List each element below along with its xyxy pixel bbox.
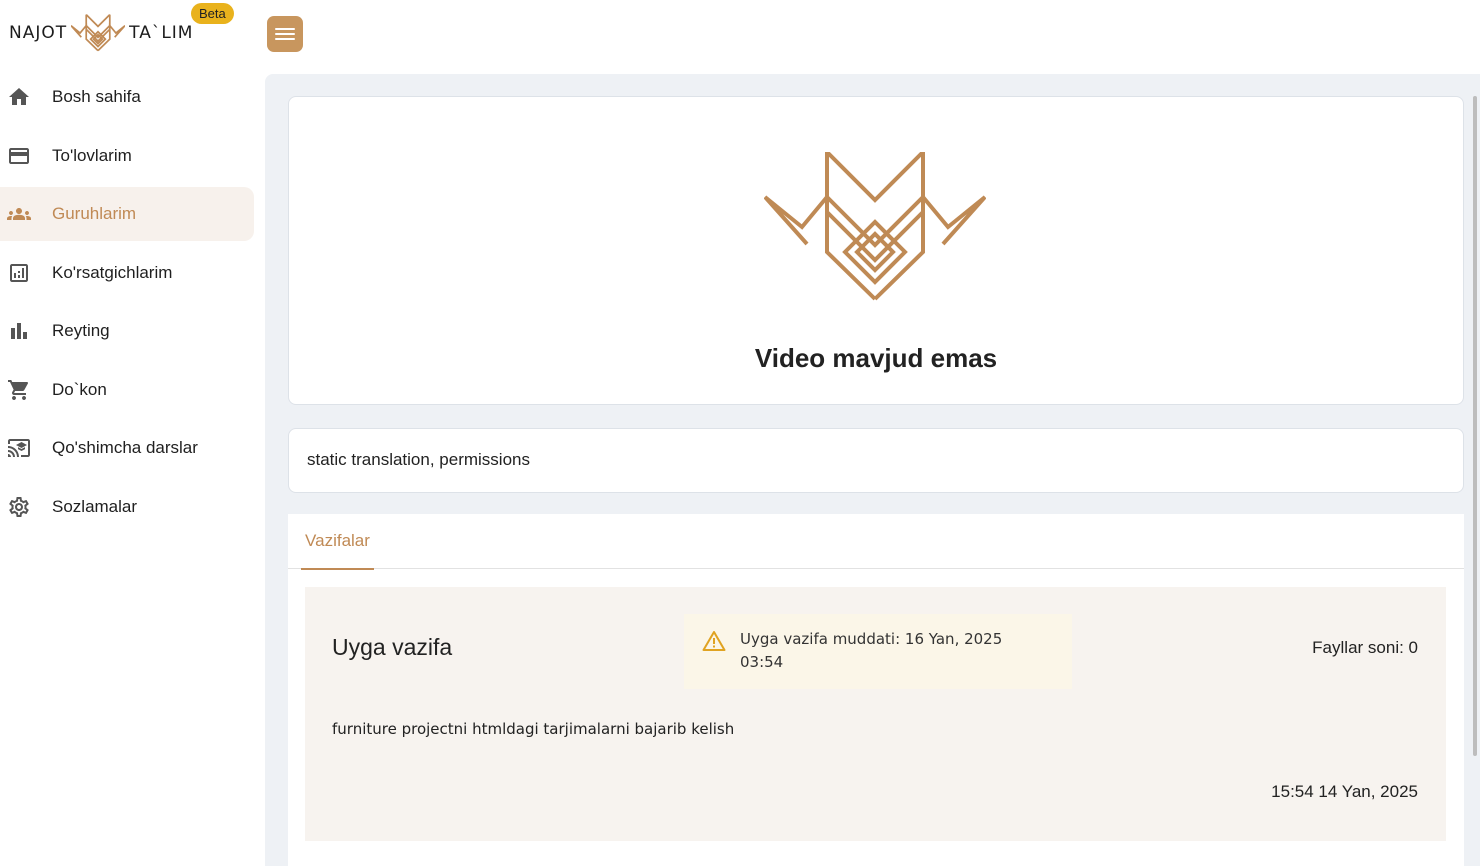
lesson-description: static translation, permissions xyxy=(307,450,530,469)
homework-title: Uyga vazifa xyxy=(332,634,453,660)
menu-toggle-button[interactable] xyxy=(267,16,303,52)
homework-card[interactable]: Uyga vazifa Uyga vazifa muddati: 16 Yan,… xyxy=(305,587,1446,841)
video-player-placeholder: Video mavjud emas xyxy=(288,96,1464,405)
homework-description: furniture projectni htmldagi tarjimalarn… xyxy=(332,720,735,738)
tab-vazifalar[interactable]: Vazifalar xyxy=(301,514,374,570)
sidebar-item-label: Bosh sahifa xyxy=(52,87,141,106)
video-unavailable-text: Video mavjud emas xyxy=(754,343,998,373)
home-icon xyxy=(9,88,29,105)
tab-bar: Vazifalar xyxy=(288,514,1464,570)
sidebar-item-dokon[interactable]: Do`kon xyxy=(0,363,254,417)
groups-icon xyxy=(7,208,31,220)
tasks-panel: Vazifalar Uyga vazifa Uyga vazifa muddat… xyxy=(288,514,1464,866)
logo-right-word: TA`LIM xyxy=(129,23,194,43)
cast-lessons-icon xyxy=(8,439,30,457)
brand-emblem-icon xyxy=(764,152,986,301)
sidebar-item-sozlamalar[interactable]: Sozlamalar xyxy=(0,480,254,534)
analytics-icon xyxy=(10,263,28,282)
sidebar-item-label: To'lovlarim xyxy=(52,145,132,165)
sidebar-item-qoshimcha-darslar[interactable]: Qo'shimcha darslar xyxy=(0,421,254,475)
deadline-text: Uyga vazifa muddati: 16 Yan, 2025 03:54 xyxy=(740,630,1003,671)
sidebar-item-bosh-sahifa[interactable]: Bosh sahifa xyxy=(0,70,254,124)
deadline-alert: Uyga vazifa muddati: 16 Yan, 2025 03:54 xyxy=(684,614,1072,689)
cart-icon xyxy=(8,379,29,400)
bar-chart-icon xyxy=(11,323,27,339)
warning-icon xyxy=(702,631,726,651)
sidebar-item-label: Qo'shimcha darslar xyxy=(52,438,198,457)
sidebar-item-label: Reyting xyxy=(52,321,110,340)
hamburger-icon xyxy=(275,28,295,30)
sidebar-item-korsatgichlarim[interactable]: Ko'rsatgichlarim xyxy=(0,246,254,300)
sidebar-item-label: Guruhlarim xyxy=(52,204,137,223)
brand-emblem-icon xyxy=(71,13,126,52)
sidebar-item-label: Ko'rsatgichlarim xyxy=(52,262,173,282)
sidebar-nav: Bosh sahifa To'lovlarim Guruhlarim Ko'rs… xyxy=(0,70,254,538)
logo-left-word: NAJOT xyxy=(9,23,68,43)
lesson-description-card: static translation, permissions xyxy=(288,428,1464,493)
sidebar-item-guruhlarim[interactable]: Guruhlarim xyxy=(0,187,254,241)
main-content: Video mavjud emas static translation, pe… xyxy=(265,74,1480,866)
sidebar: NAJOT TA`LIM Beta Bosh sahifa To'lovlari… xyxy=(0,0,265,866)
sidebar-item-tolovlarim[interactable]: To'lovlarim xyxy=(0,129,254,183)
beta-badge: Beta xyxy=(191,3,234,24)
sidebar-item-label: Do`kon xyxy=(52,379,107,399)
scrollbar[interactable] xyxy=(1473,96,1477,756)
homework-timestamp: 15:54 14 Yan, 2025 xyxy=(1271,782,1418,801)
credit-card-icon xyxy=(9,147,29,164)
gear-icon xyxy=(9,496,29,517)
sidebar-item-label: Sozlamalar xyxy=(52,496,138,516)
files-count: Fayllar soni: 0 xyxy=(1312,638,1418,657)
brand-logo[interactable]: NAJOT TA`LIM xyxy=(9,10,193,56)
sidebar-item-reyting[interactable]: Reyting xyxy=(0,304,254,358)
